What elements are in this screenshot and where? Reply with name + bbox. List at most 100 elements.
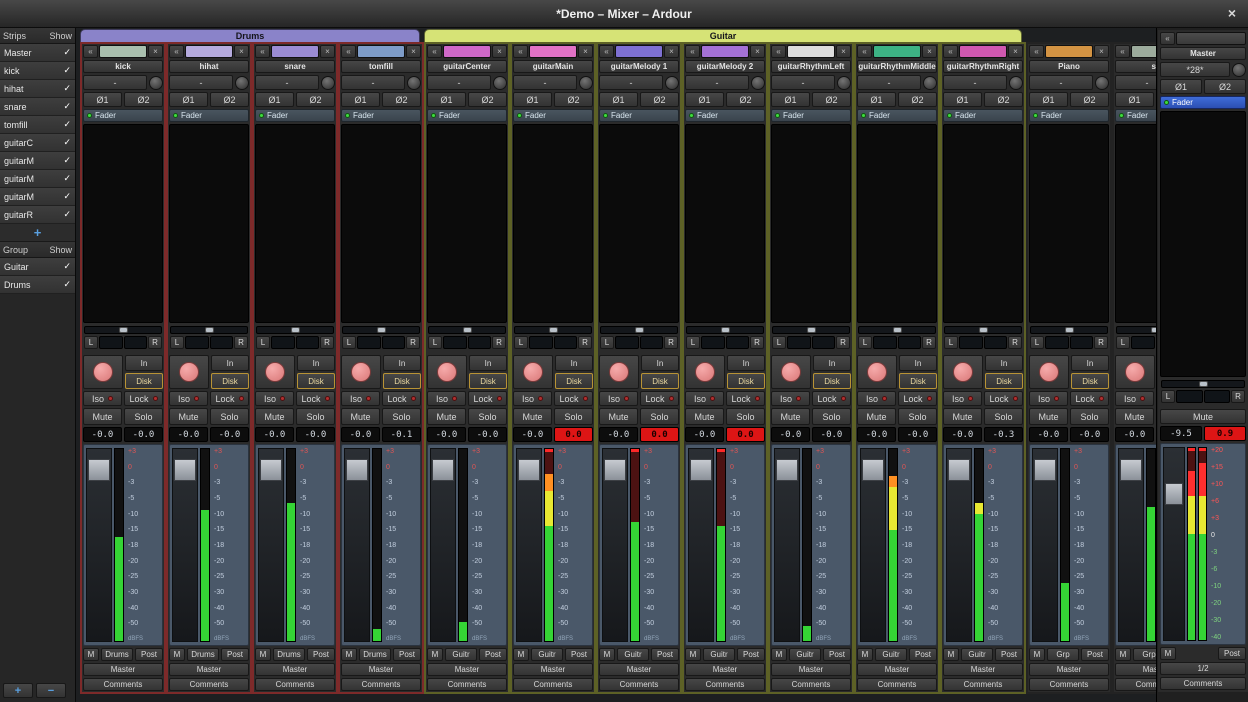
gain-fader[interactable]	[430, 448, 456, 642]
phase-1-button[interactable]: Ø1	[685, 92, 724, 107]
solo-lock-button[interactable]: Lock	[1070, 391, 1109, 406]
window-close-button[interactable]: ×	[1228, 6, 1236, 20]
fader-processor[interactable]: Fader	[599, 109, 679, 122]
check-icon[interactable]: ✓	[63, 119, 71, 130]
input-button[interactable]: -	[169, 75, 233, 90]
phase-1-button[interactable]: Ø1	[513, 92, 552, 107]
monitor-input-button[interactable]: In	[985, 355, 1023, 371]
phase-1-button[interactable]: Ø1	[169, 92, 208, 107]
processor-box[interactable]	[513, 124, 593, 323]
output-button[interactable]: Master	[685, 663, 765, 676]
strip-name-button[interactable]: Master	[1160, 47, 1246, 60]
peak-display[interactable]: 0.0	[640, 427, 679, 442]
metering-input-button[interactable]: M	[513, 648, 529, 661]
peak-display[interactable]: -0.0	[468, 427, 507, 442]
pan-slider[interactable]	[858, 326, 936, 334]
gain-display[interactable]: -0.0	[255, 427, 294, 442]
gain-display[interactable]: -0.0	[685, 427, 724, 442]
gain-fader[interactable]	[86, 448, 112, 642]
record-arm-button[interactable]	[1029, 355, 1069, 389]
pan-handle[interactable]	[807, 327, 816, 333]
strip-name-button[interactable]: kick	[83, 60, 163, 73]
mute-button[interactable]: Mute	[857, 408, 896, 425]
solo-isolate-button[interactable]: Iso	[943, 391, 982, 406]
metering-input-button[interactable]: M	[169, 648, 185, 661]
processor-box[interactable]	[1029, 124, 1109, 323]
solo-isolate-button[interactable]: Iso	[599, 391, 638, 406]
trim-knob[interactable]	[751, 76, 765, 90]
trim-knob[interactable]	[493, 76, 507, 90]
group-button[interactable]: Guitr	[617, 648, 649, 661]
gain-display[interactable]: -9.5	[1160, 426, 1202, 441]
phase-2-button[interactable]: Ø2	[726, 92, 765, 107]
group-button[interactable]: Guitr	[445, 648, 477, 661]
solo-button[interactable]: Solo	[554, 408, 593, 425]
solo-button[interactable]: Solo	[984, 408, 1023, 425]
pan-slider[interactable]	[256, 326, 334, 334]
remove-group-button[interactable]: −	[36, 683, 66, 698]
gain-fader[interactable]	[946, 448, 972, 642]
strip-width-button[interactable]: «	[427, 45, 442, 58]
solo-lock-button[interactable]: Lock	[898, 391, 937, 406]
solo-lock-button[interactable]: Lock	[640, 391, 679, 406]
record-arm-button[interactable]	[1115, 355, 1155, 389]
solo-isolate-button[interactable]: Iso	[255, 391, 294, 406]
phase-2-button[interactable]: Ø2	[210, 92, 249, 107]
metering-input-button[interactable]: M	[341, 648, 357, 661]
trim-knob[interactable]	[1232, 63, 1246, 77]
monitor-input-button[interactable]: In	[641, 355, 679, 371]
gain-display[interactable]: -0.0	[943, 427, 982, 442]
trim-knob[interactable]	[665, 76, 679, 90]
group-button[interactable]: Guitr	[789, 648, 821, 661]
sidebar-strip-item[interactable]: tomfill✓	[0, 116, 75, 134]
pan-handle[interactable]	[1151, 327, 1157, 333]
fader-handle[interactable]	[88, 459, 110, 481]
strip-name-button[interactable]: st	[1115, 60, 1156, 73]
strip-name-button[interactable]: Piano	[1029, 60, 1109, 73]
comments-button[interactable]: Comments	[943, 678, 1023, 691]
solo-isolate-button[interactable]: Iso	[1029, 391, 1068, 406]
mute-button[interactable]: Mute	[771, 408, 810, 425]
strip-color-bar[interactable]	[787, 45, 835, 58]
solo-isolate-button[interactable]: Iso	[1115, 391, 1154, 406]
strip-name-button[interactable]: guitarRhythmLeft	[771, 60, 851, 73]
pan-slider[interactable]	[600, 326, 678, 334]
meter-point-button[interactable]: Post	[221, 648, 249, 661]
comments-button[interactable]: Comments	[771, 678, 851, 691]
record-arm-button[interactable]	[83, 355, 123, 389]
strip-name-button[interactable]: guitarCenter	[427, 60, 507, 73]
meter-point-button[interactable]: Post	[307, 648, 335, 661]
phase-1-button[interactable]: Ø1	[1115, 92, 1154, 107]
input-button[interactable]: -	[685, 75, 749, 90]
phase-2-button[interactable]: Ø2	[1204, 79, 1246, 94]
meter-point-button[interactable]: Post	[1218, 647, 1246, 660]
solo-button[interactable]: Solo	[1070, 408, 1109, 425]
gain-fader[interactable]	[344, 448, 370, 642]
strip-hide-button[interactable]: ×	[836, 45, 851, 58]
solo-isolate-button[interactable]: Iso	[83, 391, 122, 406]
gain-display[interactable]: -0.0	[169, 427, 208, 442]
add-strip-button[interactable]: +	[0, 224, 75, 242]
gain-display[interactable]: -0.0	[599, 427, 638, 442]
strip-name-button[interactable]: guitarMain	[513, 60, 593, 73]
group-button[interactable]: Drums	[359, 648, 391, 661]
strip-width-button[interactable]: «	[255, 45, 270, 58]
processor-box[interactable]	[427, 124, 507, 323]
metering-input-button[interactable]: M	[427, 648, 443, 661]
strip-hide-button[interactable]: ×	[320, 45, 335, 58]
strip-hide-button[interactable]: ×	[922, 45, 937, 58]
pan-slider[interactable]	[428, 326, 506, 334]
strip-hide-button[interactable]: ×	[1094, 45, 1109, 58]
processor-box[interactable]	[599, 124, 679, 323]
check-icon[interactable]: ✓	[63, 191, 71, 202]
group-button[interactable]: Drums	[101, 648, 133, 661]
phase-2-button[interactable]: Ø2	[640, 92, 679, 107]
strip-hide-button[interactable]: ×	[1008, 45, 1023, 58]
strip-name-button[interactable]: hihat	[169, 60, 249, 73]
peak-display[interactable]: -0.1	[382, 427, 421, 442]
mute-button[interactable]: Mute	[1029, 408, 1068, 425]
input-button[interactable]: -	[599, 75, 663, 90]
pan-handle[interactable]	[549, 327, 558, 333]
sidebar-strip-item[interactable]: Master✓	[0, 44, 75, 62]
gain-fader[interactable]	[860, 448, 886, 642]
